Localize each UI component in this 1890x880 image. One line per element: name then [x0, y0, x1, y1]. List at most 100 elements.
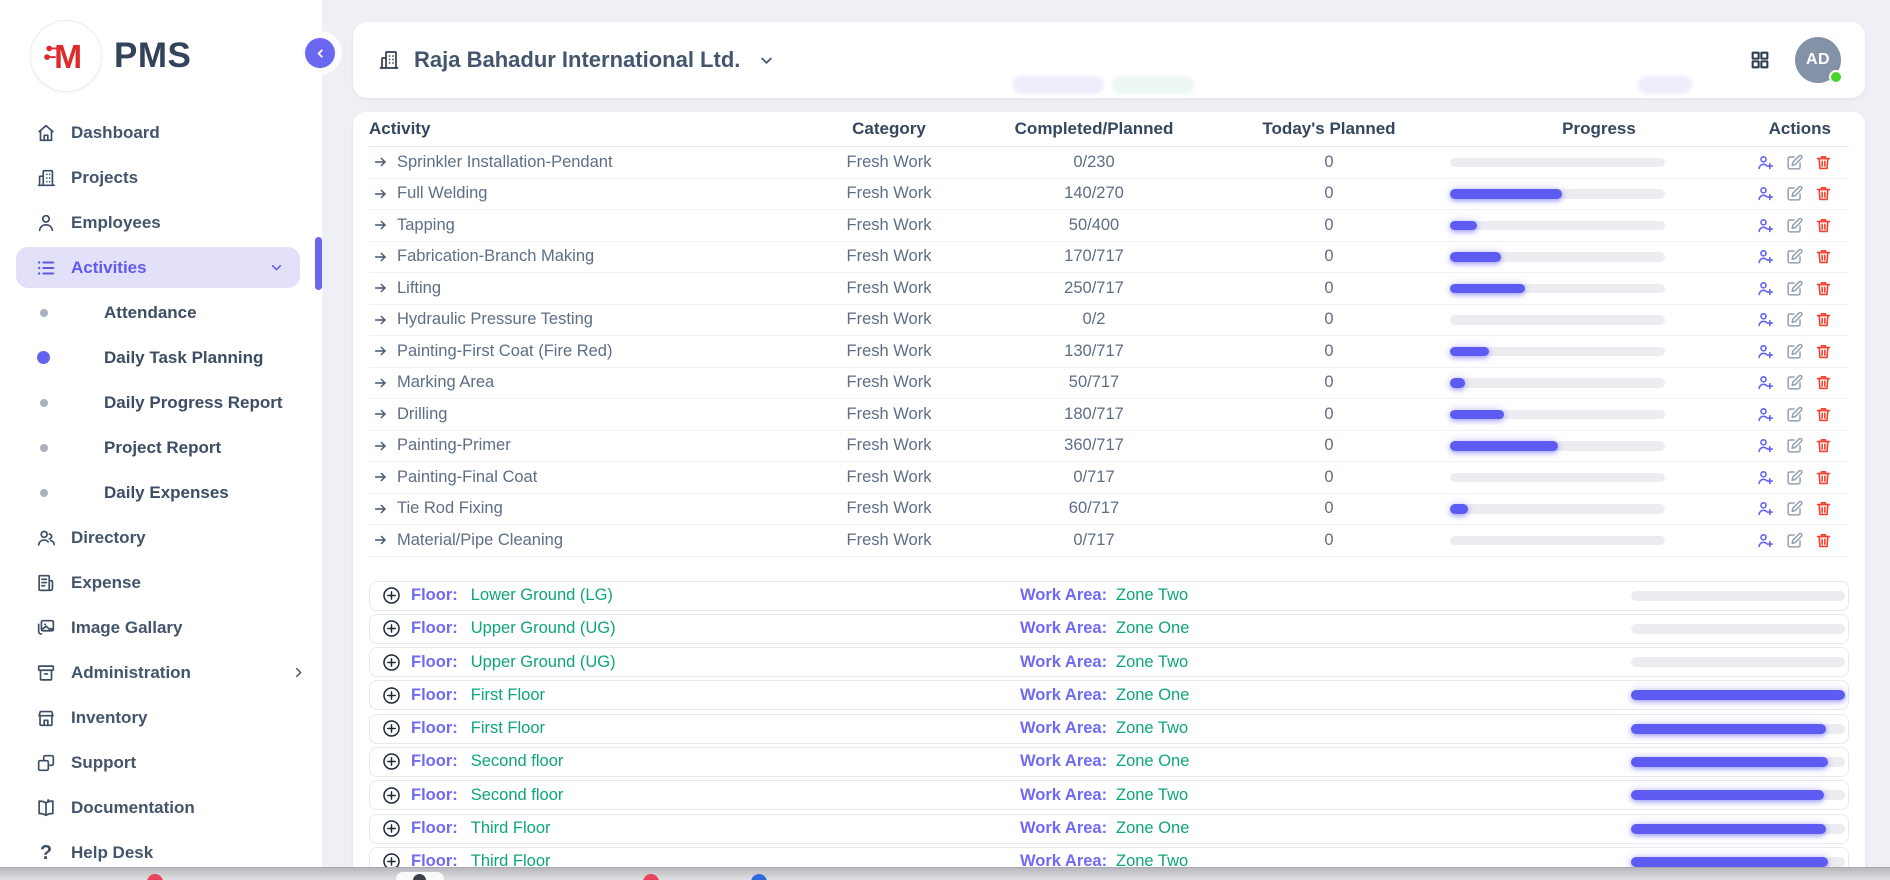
edit-button[interactable] [1785, 279, 1804, 298]
image-icon [35, 617, 57, 639]
activity-name: Full Welding [397, 184, 487, 203]
brand-header: M PMS [0, 0, 322, 100]
expand-floor-button[interactable] [381, 785, 402, 806]
assign-user-button[interactable] [1756, 468, 1775, 487]
edit-button[interactable] [1785, 405, 1804, 424]
arrow-right-icon [373, 532, 389, 548]
edit-button[interactable] [1785, 531, 1804, 550]
floor-name: Second floor [471, 786, 564, 805]
work-area-label: Work Area: [1020, 819, 1107, 838]
sidebar-item-activities[interactable]: Activities [16, 247, 300, 288]
edit-button[interactable] [1785, 436, 1804, 455]
edit-button[interactable] [1785, 468, 1804, 487]
floor-progress-bar [1631, 824, 1845, 834]
expand-floor-button[interactable] [381, 618, 402, 639]
sidebar-item-expense[interactable]: Expense [0, 560, 322, 605]
expand-floor-button[interactable] [381, 652, 402, 673]
assign-user-button[interactable] [1756, 247, 1775, 266]
activity-category: Fresh Work [799, 279, 979, 298]
assign-user-button[interactable] [1756, 153, 1775, 172]
sidebar-item-dashboard[interactable]: Dashboard [0, 110, 322, 155]
assign-user-button[interactable] [1756, 373, 1775, 392]
edit-button[interactable] [1785, 373, 1804, 392]
sidebar-subitem-daily-progress-report[interactable]: Daily Progress Report [0, 380, 322, 425]
floor-row: Floor: Second floor Work Area: Zone Two [369, 780, 1849, 810]
expand-floor-button[interactable] [381, 818, 402, 839]
sidebar-scrollbar-thumb[interactable] [315, 237, 322, 290]
sidebar-subitem-attendance[interactable]: Attendance [0, 290, 322, 335]
expand-floor-button[interactable] [381, 851, 402, 868]
edit-button[interactable] [1785, 247, 1804, 266]
partial-red-fab[interactable] [643, 874, 659, 880]
delete-button[interactable] [1814, 468, 1833, 487]
bottom-edge-band [0, 867, 1890, 880]
delete-button[interactable] [1814, 373, 1833, 392]
assign-user-button[interactable] [1756, 405, 1775, 424]
sidebar-item-directory[interactable]: Directory [0, 515, 322, 560]
table-row: Lifting Fresh Work 250/717 0 [369, 273, 1849, 305]
delete-button[interactable] [1814, 184, 1833, 203]
sidebar-subitem-project-report[interactable]: Project Report [0, 425, 322, 470]
sidebar-collapse-button[interactable] [305, 38, 335, 68]
assign-user-button[interactable] [1756, 499, 1775, 518]
assign-user-button[interactable] [1756, 531, 1775, 550]
delete-button[interactable] [1814, 342, 1833, 361]
sidebar-item-inventory[interactable]: Inventory [0, 695, 322, 740]
sidebar-item-documentation[interactable]: Documentation [0, 785, 322, 830]
delete-button[interactable] [1814, 531, 1833, 550]
partial-blue-fab[interactable] [751, 874, 767, 880]
edit-button[interactable] [1785, 216, 1804, 235]
delete-button[interactable] [1814, 499, 1833, 518]
partial-white-pill[interactable] [396, 872, 444, 880]
delete-button[interactable] [1814, 279, 1833, 298]
table-row: Tapping Fresh Work 50/400 0 [369, 210, 1849, 242]
partial-red-fab[interactable] [147, 874, 163, 880]
company-selector[interactable]: Raja Bahadur International Ltd. [377, 47, 776, 73]
sidebar-item-projects[interactable]: Projects [0, 155, 322, 200]
sidebar-subitem-daily-expenses[interactable]: Daily Expenses [0, 470, 322, 515]
delete-button[interactable] [1814, 405, 1833, 424]
apps-grid-button[interactable] [1749, 49, 1771, 71]
sidebar-item-administration[interactable]: Administration [0, 650, 322, 695]
expand-floor-button[interactable] [381, 751, 402, 772]
assign-user-button[interactable] [1756, 279, 1775, 298]
delete-button[interactable] [1814, 247, 1833, 266]
completed-planned-value: 250/717 [979, 279, 1209, 298]
sidebar-item-employees[interactable]: Employees [0, 200, 322, 245]
sidebar-item-image-gallary[interactable]: Image Gallary [0, 605, 322, 650]
activity-name: Hydraulic Pressure Testing [397, 310, 593, 329]
assign-user-button[interactable] [1756, 216, 1775, 235]
sidebar-item-support[interactable]: Support [0, 740, 322, 785]
delete-button[interactable] [1814, 310, 1833, 329]
assign-user-button[interactable] [1756, 342, 1775, 361]
delete-button[interactable] [1814, 436, 1833, 455]
delete-button[interactable] [1814, 153, 1833, 172]
trash-icon [1814, 184, 1833, 203]
chevron-right-icon [290, 664, 322, 681]
edit-button[interactable] [1785, 184, 1804, 203]
activity-category: Fresh Work [799, 373, 979, 392]
brand-name: PMS [114, 36, 191, 76]
store-icon [35, 707, 57, 729]
todays-planned-value: 0 [1209, 247, 1449, 266]
sidebar: M PMS DashboardProjectsEmployeesActiviti… [0, 0, 322, 868]
edit-button[interactable] [1785, 310, 1804, 329]
user-avatar[interactable]: AD [1795, 37, 1841, 83]
edit-button[interactable] [1785, 153, 1804, 172]
expand-floor-button[interactable] [381, 585, 402, 606]
edit-button[interactable] [1785, 499, 1804, 518]
assign-user-button[interactable] [1756, 436, 1775, 455]
delete-button[interactable] [1814, 216, 1833, 235]
plus-circle-icon [381, 618, 402, 639]
building-icon [35, 167, 57, 189]
expand-floor-button[interactable] [381, 685, 402, 706]
edit-button[interactable] [1785, 342, 1804, 361]
floor-label: Floor: [411, 786, 458, 805]
assign-user-button[interactable] [1756, 184, 1775, 203]
assign-user-button[interactable] [1756, 310, 1775, 329]
sidebar-subitem-daily-task-planning[interactable]: Daily Task Planning [0, 335, 322, 380]
progress-bar [1450, 252, 1665, 262]
expand-floor-button[interactable] [381, 718, 402, 739]
person-plus-icon [1756, 184, 1775, 203]
completed-planned-value: 0/717 [979, 531, 1209, 550]
